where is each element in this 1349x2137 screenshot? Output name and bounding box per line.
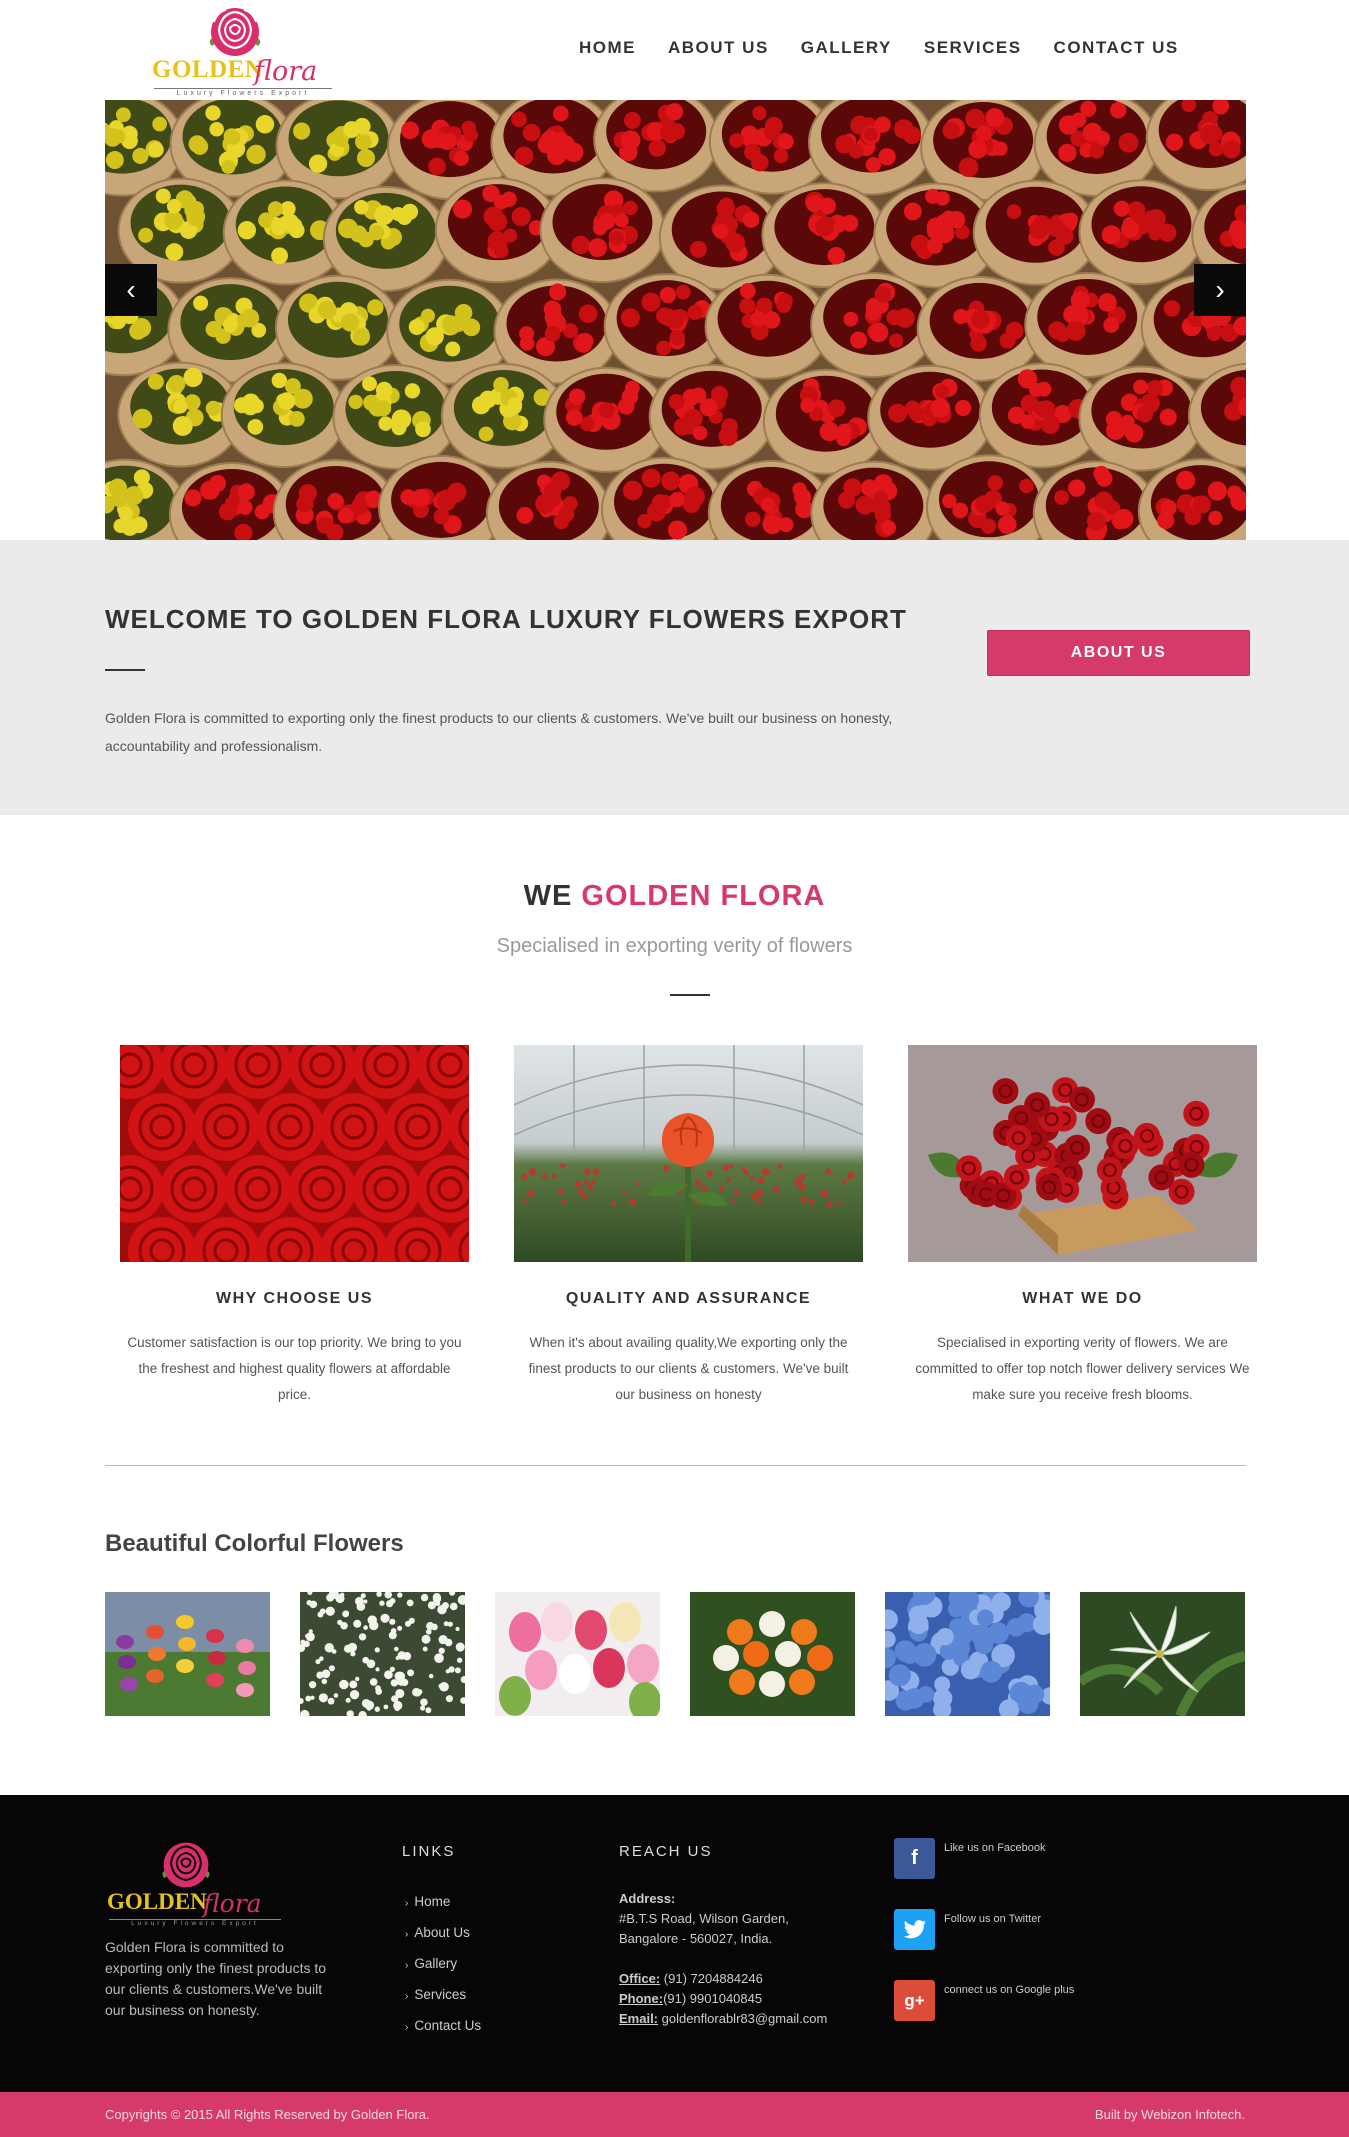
feature-what-we-do: WHAT WE DO Specialised in exporting veri… [908,1045,1257,1408]
feature-why-choose-us: WHY CHOOSE US Customer satisfaction is o… [120,1045,469,1408]
social-google-plus-label[interactable]: connect us on Google plus [944,1984,1074,1996]
gallery-thumb-babys-breath[interactable] [300,1592,465,1716]
intro-title: WE GOLDEN FLORA [0,880,1349,913]
address-line-2: Bangalore - 560027, India. [619,1931,773,1946]
gallery-thumb-gladiolus[interactable] [105,1592,270,1716]
office-phone: Office: (91) 7204884246 [619,1969,879,1989]
chevron-right-icon: › [405,2022,409,2033]
intro-underline [670,994,710,996]
footer-reach-title: REACH US [619,1843,713,1860]
intro-title-accent: GOLDEN FLORA [581,880,826,912]
red-roses-image [120,1045,469,1262]
social-google-plus[interactable]: g+ connect us on Google plus [894,1980,1194,2021]
built-by-credit[interactable]: Built by Webizon Infotech. [1095,2107,1245,2122]
mobile-phone: Phone:(91) 9901040845 [619,1989,879,2009]
feature-title: WHY CHOOSE US [216,1290,373,1307]
footer-link-label: About Us [414,1925,470,1940]
chevron-left-icon: ‹ [126,274,136,305]
feature-text: When it's about availing quality,We expo… [528,1335,849,1402]
email-value[interactable]: goldenflorablr83@gmail.com [658,2011,828,2026]
rose-box-image [908,1045,1257,1262]
copyright-bar: Copyrights © 2015 All Rights Reserved by… [0,2092,1349,2137]
nav-contact-us[interactable]: CONTACT US [1054,38,1179,58]
phone-label: Phone: [619,1991,664,2006]
chevron-right-icon: › [405,1960,409,1971]
rose-logo-icon [162,1842,210,1888]
logo-script: flora [254,56,318,87]
feature-title: WHAT WE DO [1022,1290,1143,1307]
chevron-right-icon: › [405,1991,409,2002]
address-line-1: #B.T.S Road, Wilson Garden, [619,1911,789,1926]
office-label: Office: [619,1971,661,1986]
about-us-button[interactable]: ABOUT US [987,630,1250,676]
footer-link-contact-us[interactable]: › Contact Us [405,2011,481,2042]
main-nav: HOME ABOUT US GALLERY SERVICES CONTACT U… [579,38,1211,58]
social-twitter-label[interactable]: Follow us on Twitter [944,1913,1041,1925]
nav-gallery[interactable]: GALLERY [801,38,892,58]
footer-link-label: Contact Us [414,2018,482,2033]
google-plus-icon[interactable]: g+ [894,1980,935,2021]
gallery-thumb-blue-hydrangea[interactable] [885,1592,1050,1716]
greenhouse-rose-image [514,1045,863,1262]
footer-links: › Home › About Us › Gallery › Services › Cont… [405,1887,481,2042]
logo-wordmark: GOLDEN [152,56,264,83]
footer-link-label: Services [414,1987,467,2002]
nav-services[interactable]: SERVICES [924,38,1022,58]
chevron-right-icon: › [405,1898,409,1909]
gallery-thumbnails [105,1592,1245,1716]
footer-contact-details: Address: #B.T.S Road, Wilson Garden, Ban… [619,1889,879,2029]
section-divider [105,1465,1246,1466]
hero-slider-image [105,100,1246,540]
copyright-text: Copyrights © 2015 All Rights Reserved by… [105,2107,430,2122]
gallery-title: Beautiful Colorful Flowers [105,1530,404,1557]
nav-home[interactable]: HOME [579,38,636,58]
slider-prev-button[interactable]: ‹ [105,264,157,316]
gallery-thumb-white-lily[interactable] [1080,1592,1245,1716]
hero-flower-bouquets [105,100,1246,540]
logo-tagline: Luxury Flowers Export [154,88,332,97]
address-label: Address: [619,1891,676,1906]
welcome-section: WELCOME TO GOLDEN FLORA LUXURY FLOWERS E… [0,540,1349,815]
nav-about-us[interactable]: ABOUT US [668,38,769,58]
footer-link-about-us[interactable]: › About Us [405,1918,481,1949]
footer-link-home[interactable]: › Home [405,1887,481,1918]
slider-next-button[interactable]: › [1194,264,1246,316]
office-value: (91) 7204884246 [660,1971,763,1986]
chevron-right-icon: › [405,1929,409,1940]
intro-title-prefix: WE [523,880,573,912]
logo-wordmark: GOLDEN [107,1889,207,1914]
welcome-title: WELCOME TO GOLDEN FLORA LUXURY FLOWERS E… [105,604,907,634]
social-facebook-label[interactable]: Like us on Facebook [944,1842,1046,1854]
gallery-thumb-orange-arrangement[interactable] [690,1592,855,1716]
footer-logo[interactable]: GOLDEN flora Luxury Flowers Export [105,1837,287,1927]
email-contact: Email: goldenflorablr83@gmail.com [619,2009,879,2029]
social-twitter[interactable]: Follow us on Twitter [894,1909,1194,1950]
footer-link-services[interactable]: › Services [405,1980,481,2011]
phone-value: (91) 9901040845 [663,1991,763,2006]
footer-link-gallery[interactable]: › Gallery [405,1949,481,1980]
logo-script: flora [203,1889,262,1918]
email-label: Email: [619,2011,659,2026]
title-underline [105,669,145,671]
footer-links-title: LINKS [402,1843,456,1860]
feature-text: Customer satisfaction is our top priorit… [127,1335,462,1402]
feature-quality-assurance: QUALITY AND ASSURANCE When it's about av… [514,1045,863,1408]
facebook-icon[interactable]: f [894,1838,935,1879]
chevron-right-icon: › [1215,274,1225,305]
footer-link-label: Gallery [414,1956,458,1971]
welcome-text: Golden Flora is committed to exporting o… [105,710,893,754]
twitter-icon[interactable] [894,1909,935,1950]
footer-about-text: Golden Flora is committed to exporting o… [105,1939,327,2018]
site-footer: GOLDEN flora Luxury Flowers Export Golde… [0,1795,1349,2092]
intro-subtitle: Specialised in exporting verity of flowe… [496,935,853,957]
site-header: GOLDEN flora Luxury Flowers Export HOME … [0,0,1349,100]
gallery-thumb-tulips[interactable] [495,1592,660,1716]
site-logo[interactable]: GOLDEN flora Luxury Flowers Export [150,0,336,100]
rose-logo-icon [209,8,261,56]
social-facebook[interactable]: f Like us on Facebook [894,1838,1194,1879]
footer-link-label: Home [414,1894,451,1909]
feature-title: QUALITY AND ASSURANCE [565,1290,812,1307]
logo-tagline: Luxury Flowers Export [109,1919,281,1927]
feature-text: Specialised in exporting verity of flowe… [915,1335,1250,1402]
